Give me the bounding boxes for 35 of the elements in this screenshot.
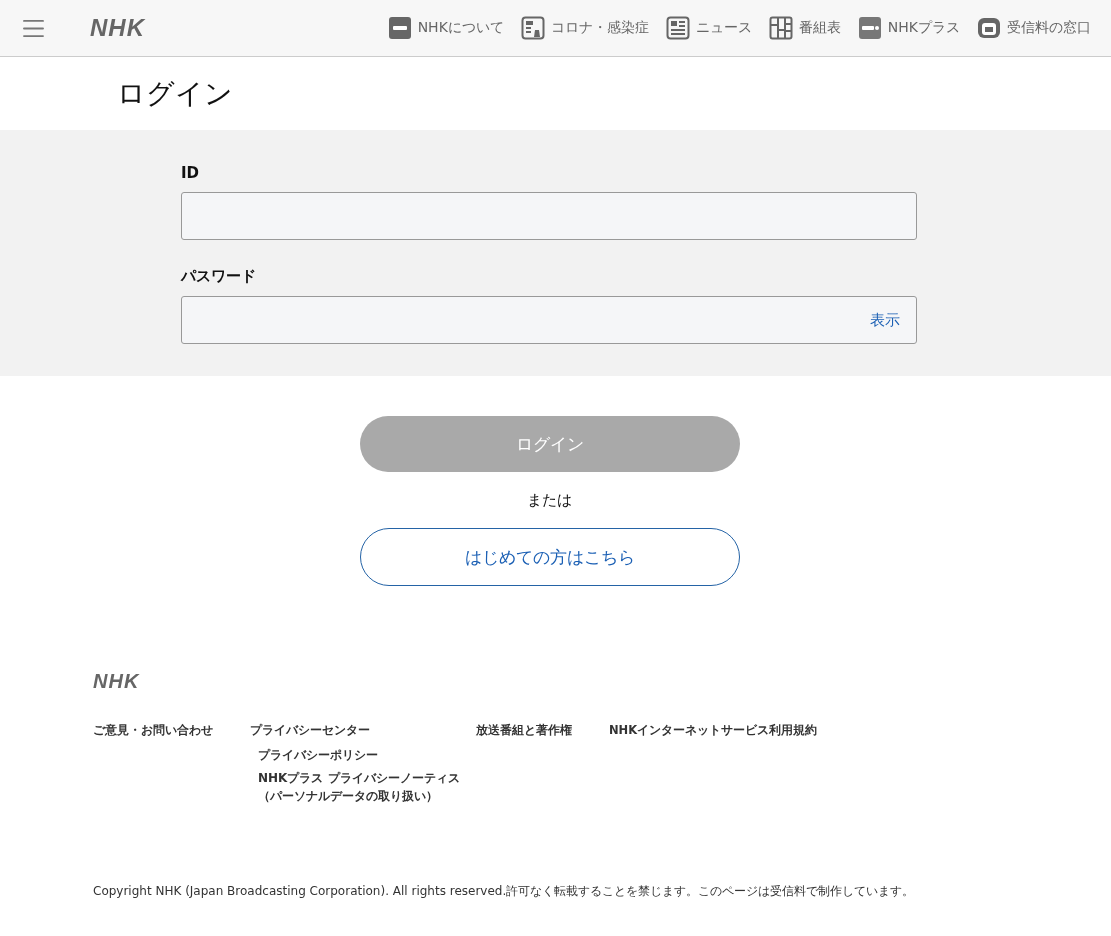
nav-link[interactable]: 受信料の窓口	[977, 16, 1091, 40]
newspaper-icon	[665, 16, 690, 40]
footer-link[interactable]: NHKプラス プライバシーノーティス（パーソナルデータの取り扱い）	[258, 770, 463, 806]
copyright-text: Copyright NHK (Japan Broadcasting Corporation). All rights reserved.許可なく転載することを禁じます。このページは受信料で制作しています。	[93, 883, 916, 901]
nav-label: ニュース	[695, 19, 752, 37]
nav-label: 番組表	[798, 19, 841, 37]
nav-link[interactable]: コロナ・感染症	[520, 16, 649, 40]
page-title: ログイン	[117, 75, 233, 112]
footer-link[interactable]: 放送番組と著作権	[476, 723, 572, 738]
nav-link[interactable]: NHKについて	[387, 16, 504, 40]
nav-link[interactable]: ニュース	[665, 16, 752, 40]
nav-link[interactable]: 番組表	[768, 16, 841, 40]
footer-link[interactable]: プライバシーポリシー	[258, 747, 463, 765]
badge-icon	[387, 16, 412, 40]
menu-icon[interactable]	[23, 18, 44, 38]
nav-label: コロナ・感染症	[550, 19, 649, 37]
separator-text: または	[527, 491, 572, 510]
show-password-link[interactable]: 表示	[870, 310, 900, 330]
footer-link[interactable]: ご意見・お問い合わせ	[93, 723, 213, 738]
input-field[interactable]: 表示	[181, 296, 917, 344]
footer-link[interactable]: プライバシーセンター	[250, 723, 370, 738]
field-label: ID	[181, 164, 201, 182]
footer-link[interactable]: NHKインターネットサービス利用規約	[609, 723, 818, 738]
input-field[interactable]	[181, 192, 917, 240]
field-label: パスワード	[181, 267, 257, 286]
signup-button[interactable]: はじめての方はこちら	[359, 528, 740, 586]
nhk-logo[interactable]: NHK	[90, 14, 145, 42]
monitor-alert-icon	[520, 16, 545, 40]
play-badge-icon	[857, 16, 882, 40]
grid-icon	[768, 16, 793, 40]
nhk-logo: NHK	[93, 670, 140, 693]
nav-link[interactable]: NHKプラス	[857, 16, 960, 40]
nav-label: NHKについて	[417, 19, 504, 37]
nav-label: NHKプラス	[887, 19, 960, 37]
nav-label: 受信料の窓口	[1007, 19, 1091, 37]
